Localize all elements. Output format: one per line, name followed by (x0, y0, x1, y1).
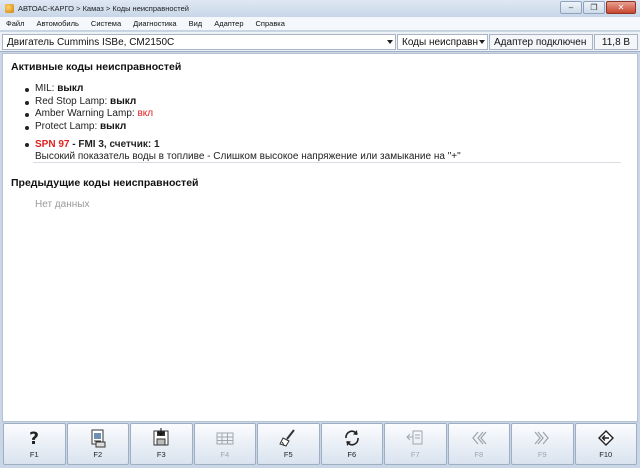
f10-button[interactable]: F10 (574, 423, 637, 465)
fault-report: Активные коды неисправностей MIL: выкл R… (2, 53, 638, 422)
clear-icon (258, 428, 319, 448)
f8-label: F8 (474, 450, 484, 459)
lamp-label: Red Stop Lamp: (35, 95, 111, 107)
minimize-button[interactable]: ‒ (560, 1, 582, 14)
lamp-value: выкл (100, 120, 127, 132)
f4-button[interactable]: F4 (193, 423, 256, 465)
view-select[interactable]: Коды неисправн (397, 34, 488, 50)
f7-button[interactable]: F7 (384, 423, 447, 465)
list-item: Amber Warning Lamp: вкл (25, 108, 153, 121)
list-item: Red Stop Lamp: выкл (25, 96, 153, 109)
lamp-value: выкл (110, 95, 137, 107)
fault-entry: SPN 97 - FMI 3, счетчик: 1 Высокий показ… (25, 139, 461, 163)
menu-system[interactable]: Система (85, 19, 127, 28)
list-item: Protect Lamp: выкл (25, 121, 153, 134)
refresh-icon (322, 428, 383, 448)
f4-label: F4 (220, 450, 230, 459)
export-icon (385, 428, 446, 448)
maximize-button[interactable]: ❐ (583, 1, 605, 14)
forward-icon (512, 428, 573, 448)
lamp-label: Amber Warning Lamp: (35, 108, 138, 119)
voltage-value: 11,8 В (601, 36, 631, 48)
menu-view[interactable]: Вид (183, 19, 209, 28)
f1-button[interactable]: ? F1 (3, 423, 66, 465)
exit-icon (576, 428, 637, 448)
no-data-text: Нет данных (35, 199, 90, 210)
f3-button[interactable]: F3 (130, 423, 193, 465)
menu-help[interactable]: Справка (250, 19, 291, 28)
rewind-icon (449, 428, 510, 448)
menu-diagnostics[interactable]: Диагностика (127, 19, 182, 28)
save-icon (131, 428, 192, 448)
f5-label: F5 (283, 450, 293, 459)
window-title: АВТОАС-КАРГО > Камаз > Коды неисправност… (18, 4, 189, 13)
lamp-value: вкл (137, 108, 154, 119)
f6-button[interactable]: F6 (320, 423, 383, 465)
fault-header: SPN 97 - FMI 3, счетчик: 1 (25, 139, 461, 151)
lamp-label: MIL: (35, 83, 58, 94)
report-icon (68, 428, 129, 448)
lamp-status-list: MIL: выкл Red Stop Lamp: выкл Amber Warn… (25, 83, 153, 133)
svg-text:?: ? (29, 429, 39, 448)
f2-label: F2 (93, 450, 103, 459)
adapter-status-text: Адаптер подключен (494, 36, 587, 48)
menu-bar: Файл Автомобиль Система Диагностика Вид … (0, 17, 640, 31)
menu-adapter[interactable]: Адаптер (208, 19, 249, 28)
f8-button[interactable]: F8 (447, 423, 510, 465)
f9-button[interactable]: F9 (511, 423, 574, 465)
lamp-value: выкл (57, 83, 84, 94)
f2-button[interactable]: F2 (66, 423, 129, 465)
list-item: MIL: выкл (25, 83, 153, 96)
active-codes-title: Активные коды неисправностей (11, 61, 182, 73)
f7-label: F7 (410, 450, 420, 459)
toolbar: Двигатель Cummins ISBe, CM2150C Коды неи… (0, 32, 640, 52)
spn-code: SPN 97 (35, 139, 70, 150)
title-bar: АВТОАС-КАРГО > Камаз > Коды неисправност… (0, 0, 640, 17)
f3-label: F3 (156, 450, 166, 459)
help-icon: ? (4, 428, 65, 449)
menu-vehicle[interactable]: Автомобиль (30, 19, 84, 28)
close-button[interactable]: ✕ (606, 1, 636, 14)
fmi-counter: - FMI 3, счетчик: 1 (69, 139, 160, 150)
view-select-value: Коды неисправн (402, 36, 479, 48)
f6-label: F6 (347, 450, 357, 459)
engine-select-value: Двигатель Cummins ISBe, CM2150C (7, 36, 175, 48)
table-icon (195, 428, 256, 448)
f5-button[interactable]: F5 (257, 423, 320, 465)
app-icon (5, 4, 14, 13)
engine-select[interactable]: Двигатель Cummins ISBe, CM2150C (2, 34, 396, 50)
chevron-down-icon (479, 40, 485, 44)
f10-label: F10 (599, 450, 613, 459)
adapter-status: Адаптер подключен (489, 34, 593, 50)
lamp-label: Protect Lamp: (35, 120, 101, 132)
window-controls: ‒ ❐ ✕ (560, 1, 636, 14)
previous-codes-title: Предыдущие коды неисправностей (11, 177, 199, 189)
voltage-readout: 11,8 В (594, 34, 638, 50)
menu-file[interactable]: Файл (0, 19, 30, 28)
chevron-down-icon (387, 40, 393, 44)
function-key-bar: ? F1 F2 F3 F4 F5 F6 F7 F8 F9 F10 (3, 423, 637, 465)
f1-label: F1 (29, 450, 39, 459)
f9-label: F9 (537, 450, 547, 459)
divider (33, 162, 621, 163)
